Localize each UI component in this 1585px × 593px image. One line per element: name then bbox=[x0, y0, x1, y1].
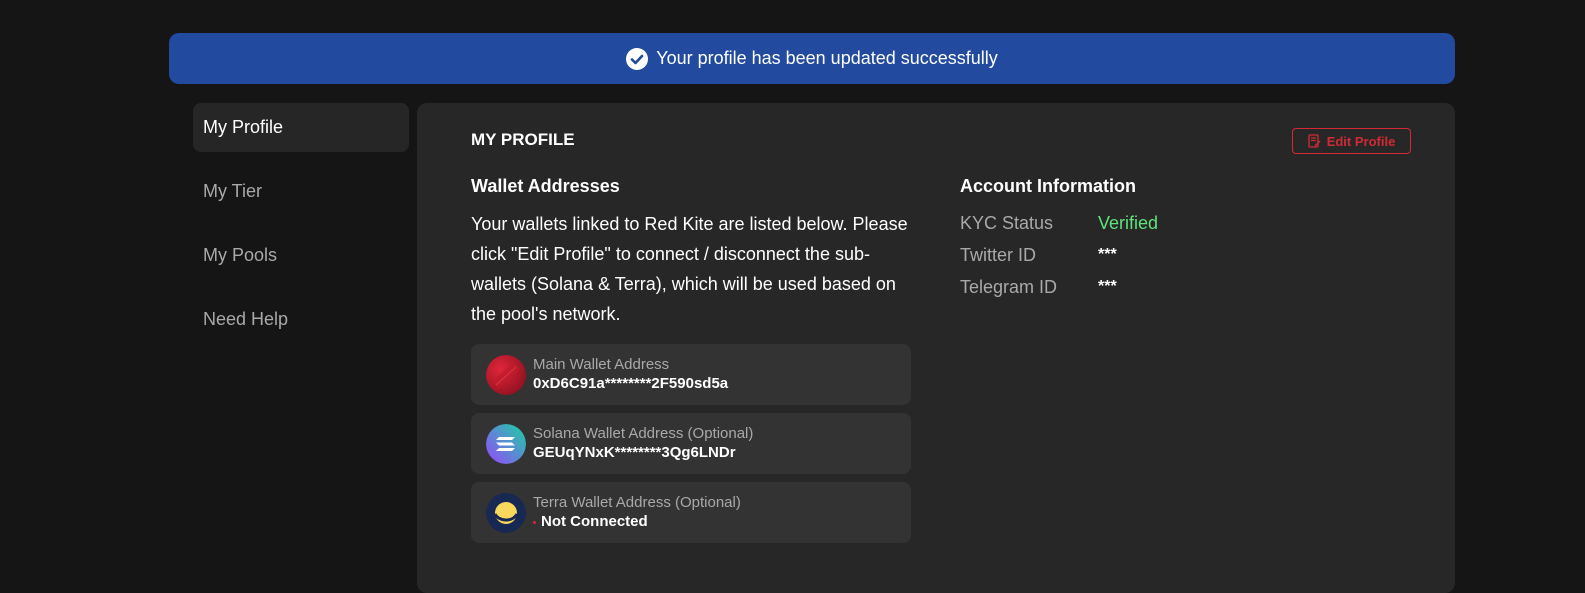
twitter-label: Twitter ID bbox=[960, 244, 1037, 265]
banner-message: Your profile has been updated successful… bbox=[656, 48, 998, 68]
page-title: MY PROFILE bbox=[471, 130, 575, 149]
twitter-value: *** bbox=[1098, 246, 1117, 263]
kyc-label: KYC Status bbox=[960, 212, 1054, 233]
edit-document-icon bbox=[1308, 134, 1321, 148]
red-kite-icon bbox=[486, 354, 526, 395]
main-wallet-label: Main Wallet Address bbox=[533, 356, 670, 373]
terra-wallet-status-text: Not Connected bbox=[541, 513, 648, 530]
solana-wallet-card: Solana Wallet Address (Optional) GEUqYNx… bbox=[471, 413, 911, 474]
terra-wallet-status: Not Connected bbox=[533, 512, 741, 532]
wallet-section: Wallet Addresses Your wallets linked to … bbox=[471, 176, 911, 551]
edit-profile-label: Edit Profile bbox=[1326, 133, 1396, 149]
sidebar-item-my-profile[interactable]: My Profile bbox=[193, 103, 409, 152]
terra-wallet-card: Terra Wallet Address (Optional) Not Conn… bbox=[471, 482, 911, 543]
sidebar-item-need-help[interactable]: Need Help bbox=[193, 295, 409, 344]
kyc-row: KYC Status Verified bbox=[960, 207, 1400, 239]
solana-wallet-label: Solana Wallet Address (Optional) bbox=[533, 425, 754, 442]
sidebar-item-my-tier[interactable]: My Tier bbox=[193, 167, 409, 216]
status-dot bbox=[533, 520, 536, 524]
check-circle-icon bbox=[626, 47, 649, 70]
wallets-description: Your wallets linked to Red Kite are list… bbox=[471, 214, 908, 324]
profile-panel: MY PROFILE Edit Profile Wallet Addresses… bbox=[417, 103, 1455, 593]
kyc-status: Verified bbox=[1098, 212, 1159, 233]
solana-wallet-address: GEUqYNxK********3Qg6LNDr bbox=[533, 444, 736, 461]
sidebar: My Profile My Tier My Pools Need Help bbox=[193, 103, 409, 359]
twitter-row: Twitter ID *** bbox=[960, 239, 1400, 271]
success-banner: Your profile has been updated successful… bbox=[169, 33, 1455, 84]
wallet-list: Main Wallet Address 0xD6C91a********2F59… bbox=[471, 344, 911, 543]
main-wallet-card: Main Wallet Address 0xD6C91a********2F59… bbox=[471, 344, 911, 405]
terra-wallet-label: Terra Wallet Address (Optional) bbox=[533, 494, 741, 511]
wallets-title: Wallet Addresses bbox=[471, 176, 620, 196]
account-section: Account Information KYC Status Verified … bbox=[960, 176, 1400, 303]
solana-icon bbox=[486, 423, 526, 464]
edit-profile-button[interactable]: Edit Profile bbox=[1292, 128, 1411, 154]
account-title: Account Information bbox=[960, 176, 1136, 196]
telegram-label: Telegram ID bbox=[960, 276, 1058, 297]
terra-icon bbox=[486, 492, 526, 533]
telegram-value: *** bbox=[1098, 278, 1117, 295]
telegram-row: Telegram ID *** bbox=[960, 271, 1400, 303]
main-wallet-address: 0xD6C91a********2F590sd5a bbox=[533, 375, 729, 392]
sidebar-item-my-pools[interactable]: My Pools bbox=[193, 231, 409, 280]
